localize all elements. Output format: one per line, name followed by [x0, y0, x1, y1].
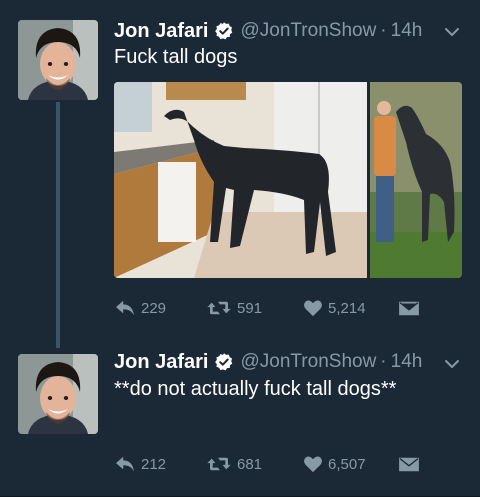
timestamp[interactable]: 14h: [391, 20, 423, 42]
media-photo-man-dog[interactable]: [370, 82, 462, 278]
reply-button[interactable]: 229: [114, 296, 166, 320]
retweet-count: 591: [237, 299, 263, 317]
display-name[interactable]: Jon Jafari: [114, 20, 208, 43]
handle[interactable]: @JonTronShow: [240, 20, 376, 42]
kitchen-dog-image: [114, 82, 367, 278]
reply-count: 229: [141, 299, 167, 317]
heart-icon: [304, 300, 322, 317]
display-name[interactable]: Jon Jafari: [114, 351, 208, 374]
timestamp[interactable]: 14h: [391, 351, 423, 373]
like-count: 5,214: [328, 299, 366, 317]
reply-icon: [116, 456, 134, 472]
like-count: 6,507: [328, 455, 366, 473]
retweet-icon: [207, 457, 231, 471]
tweet-text: **do not actually fuck tall dogs**: [114, 378, 397, 400]
envelope-icon: [399, 301, 419, 316]
like-button[interactable]: 6,507: [303, 452, 366, 476]
man-dog-image: [370, 82, 462, 278]
separator: ·: [380, 351, 387, 372]
reply-count: 212: [141, 455, 167, 473]
reply-icon: [116, 300, 134, 316]
media-grid: [114, 82, 462, 278]
retweet-icon: [207, 301, 231, 315]
heart-icon: [304, 456, 322, 473]
separator: ·: [380, 20, 387, 41]
tweet[interactable]: Jon Jafari @JonTronShow · 14h **do not a…: [0, 340, 480, 497]
tweet-header: Jon Jafari @JonTronShow · 14h: [114, 18, 422, 44]
tweet-actions: 212 681 6,507: [114, 452, 434, 476]
avatar[interactable]: [18, 354, 98, 434]
verified-badge-icon: [215, 22, 233, 40]
thread-line: [56, 102, 60, 348]
retweet-button[interactable]: 591: [206, 296, 262, 320]
media-photo-kitchen-dog[interactable]: [114, 82, 367, 278]
handle[interactable]: @JonTronShow: [240, 351, 376, 373]
chevron-down-icon[interactable]: [444, 356, 460, 372]
tweet[interactable]: Jon Jafari @JonTronShow · 14h Fuck tall …: [0, 0, 480, 348]
chevron-down-icon[interactable]: [444, 24, 460, 40]
direct-message-button[interactable]: [398, 452, 425, 476]
reply-button[interactable]: 212: [114, 452, 166, 476]
avatar-photo: [18, 354, 98, 434]
retweet-button[interactable]: 681: [206, 452, 262, 476]
envelope-icon: [399, 457, 419, 472]
verified-badge-icon: [215, 353, 233, 371]
direct-message-button[interactable]: [398, 296, 425, 320]
avatar[interactable]: [18, 20, 98, 100]
like-button[interactable]: 5,214: [303, 296, 366, 320]
retweet-count: 681: [237, 455, 263, 473]
tweet-header: Jon Jafari @JonTronShow · 14h: [114, 349, 422, 375]
tweet-text: Fuck tall dogs: [114, 46, 238, 68]
tweet-actions: 229 591 5,214: [114, 296, 434, 320]
avatar-photo: [18, 20, 98, 100]
